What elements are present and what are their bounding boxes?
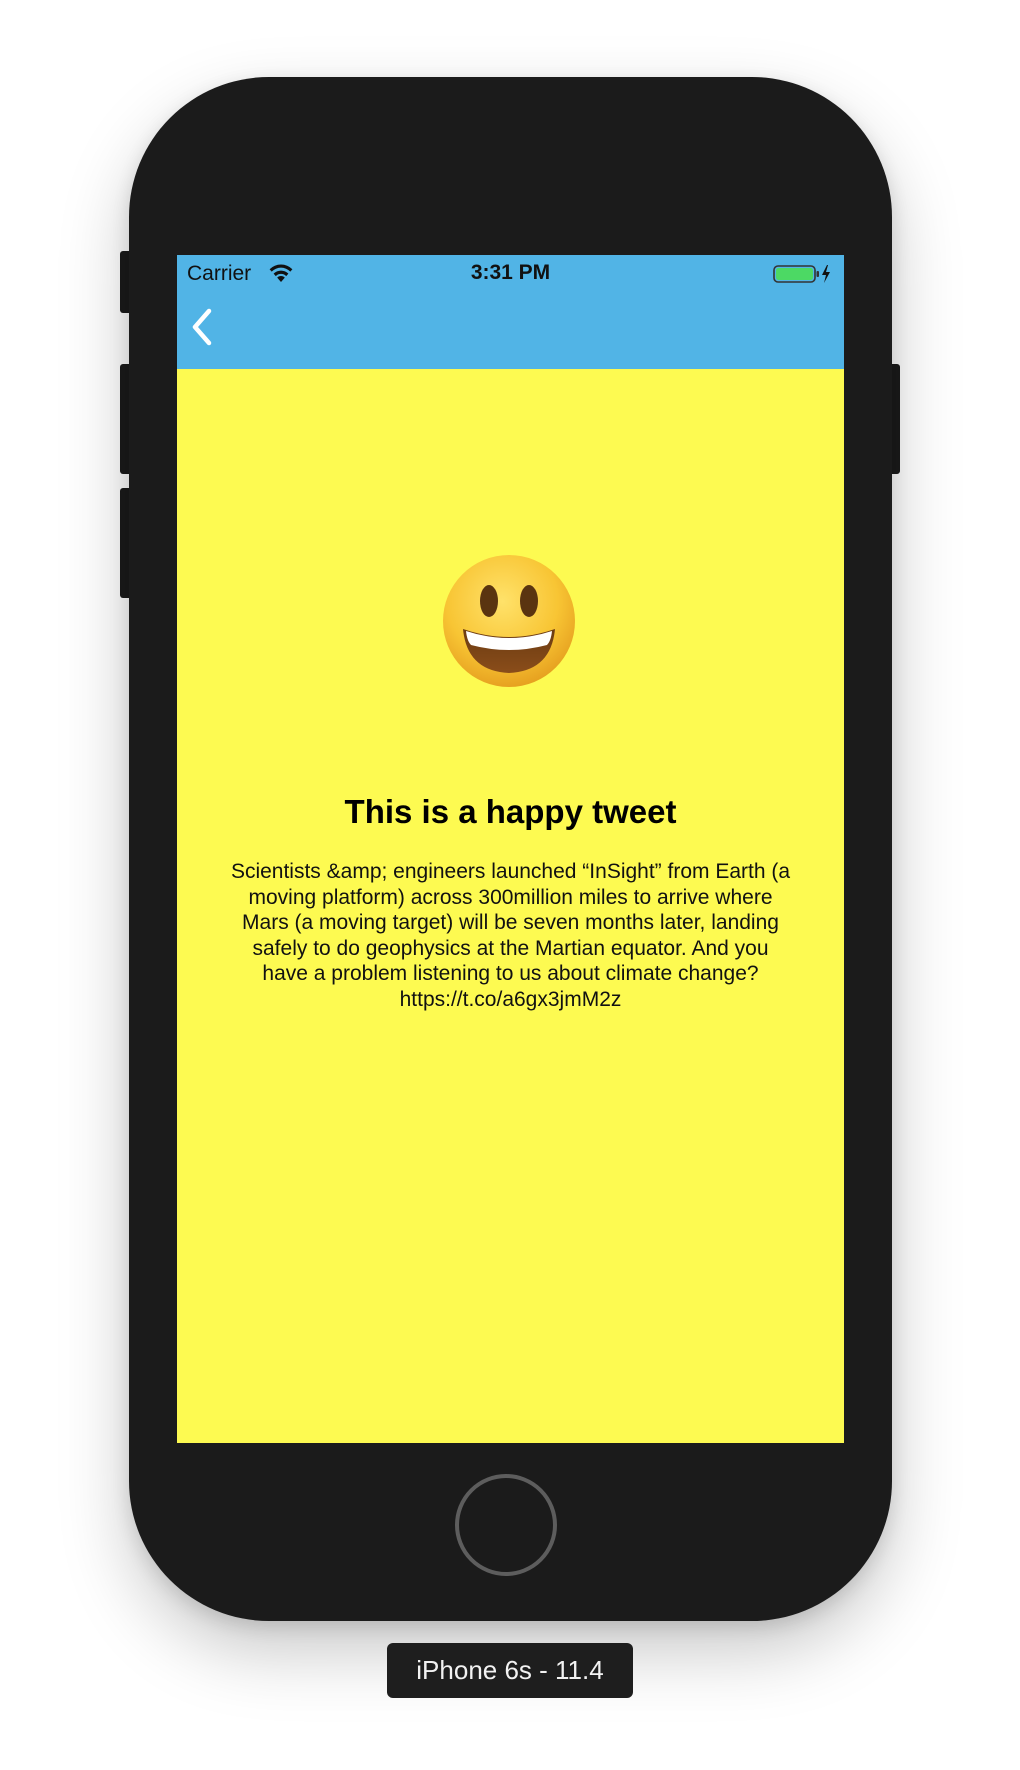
tweet-title: This is a happy tweet xyxy=(344,793,677,830)
back-chevron-icon[interactable] xyxy=(187,305,223,349)
app-screen: Carrier 3:31 PM This is a happy tweet Sc… xyxy=(177,255,844,1443)
navigation-bar: Carrier 3:31 PM xyxy=(177,255,844,369)
tweet-detail: This is a happy tweet Scientists &amp; e… xyxy=(177,369,844,1443)
status-time: 3:31 PM xyxy=(470,261,551,284)
battery-charging-icon xyxy=(773,265,830,283)
simulator-stage: Carrier 3:31 PM This is a happy tweet Sc… xyxy=(0,0,1020,1770)
tweet-body: Scientists &amp; engineers launched “InS… xyxy=(230,860,791,1011)
device-label: iPhone 6s - 11.4 xyxy=(387,1643,633,1698)
home-button[interactable] xyxy=(455,1474,557,1576)
status-bar: Carrier 3:31 PM xyxy=(177,255,844,291)
smiling-face-emoji xyxy=(443,555,575,687)
